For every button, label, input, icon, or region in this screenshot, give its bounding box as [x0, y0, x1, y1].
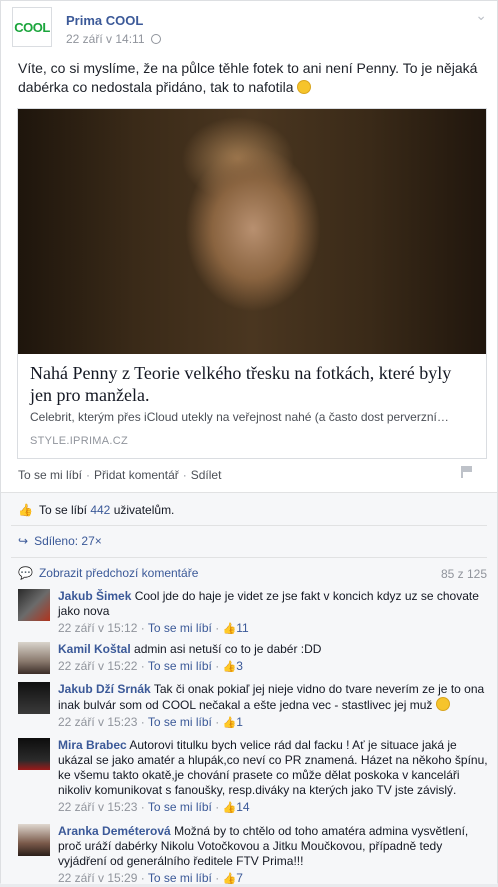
link-preview[interactable]: Nahá Penny z Teorie velkého třesku na fo… — [17, 108, 487, 459]
comment-time[interactable]: 22 září v 15:23 — [58, 800, 137, 814]
smiley-emoticon-icon — [435, 697, 450, 711]
post-timestamp[interactable]: 22 září v 14:11 — [66, 32, 145, 46]
comment-meta: 22 září v 15:23 · To se mi líbí · 👍1 — [58, 715, 243, 729]
comment-time[interactable]: 22 září v 15:22 — [58, 659, 137, 673]
share-icon: ↪ — [18, 534, 29, 548]
page-avatar[interactable]: COOL — [12, 7, 52, 47]
comment-like-button[interactable]: To se mi líbí — [148, 715, 212, 729]
commenter-avatar[interactable] — [18, 682, 50, 714]
thumbs-up-icon: 👍 — [222, 717, 237, 729]
header-text: Prima COOL 22 září v 14:11 — [66, 7, 161, 55]
link-body: Nahá Penny z Teorie velkého třesku na fo… — [18, 354, 486, 455]
comment-body: Jakub Šimek Cool jde do haje je videt ze… — [58, 589, 490, 637]
chevron-down-icon[interactable]: ⌄ — [475, 7, 487, 24]
prev-comments-link[interactable]: Zobrazit předchozí komentáře — [39, 566, 198, 580]
flag-icon[interactable] — [461, 466, 473, 478]
commenter-avatar[interactable] — [18, 738, 50, 770]
comment-item: Jakub Dží Srnák Tak či onak pokiaľ jej n… — [18, 682, 490, 731]
comment-meta: 22 září v 15:22 · To se mi líbí · 👍3 — [58, 659, 243, 673]
comment-count: 85 z 125 — [440, 567, 487, 581]
commenter-avatar[interactable] — [18, 642, 50, 674]
smiley-emoticon-icon — [297, 80, 312, 94]
comment-button[interactable]: Přidat komentář — [94, 468, 179, 482]
likes-suffix: uživatelům. — [113, 503, 175, 517]
comment-body: Mira Brabec Autorovi titulku bych velice… — [58, 738, 490, 816]
post-message-text: Víte, co si myslíme, že na půlce těhle f… — [18, 60, 478, 95]
commenter-avatar[interactable] — [18, 824, 50, 856]
comment-item: Aranka Deméterová Možná by to chtělo od … — [18, 824, 490, 887]
likes-summary: 👍 To se líbí 442 uživatelům. — [18, 503, 174, 517]
post-message: Víte, co si myslíme, že na půlce těhle f… — [18, 59, 484, 97]
separator: · — [182, 468, 187, 482]
shares-link[interactable]: Sdíleno: 27× — [34, 534, 102, 548]
like-button[interactable]: To se mi líbí — [18, 468, 82, 482]
comment-time[interactable]: 22 září v 15:23 — [58, 715, 137, 729]
shares-row: ↪ Sdíleno: 27× — [18, 534, 102, 548]
thumbs-up-icon: 👍 — [222, 623, 237, 635]
thumbs-up-icon: 👍 — [18, 503, 33, 517]
prev-comments-row: 💬 Zobrazit předchozí komentáře — [18, 566, 198, 580]
comment-item: Kamil Koštal admin asi netuší co to je d… — [18, 642, 490, 675]
comment-body: Kamil Koštal admin asi netuší co to je d… — [58, 642, 321, 675]
thumbs-up-icon: 👍 — [222, 661, 237, 673]
comment-like-button[interactable]: To se mi líbí — [148, 659, 212, 673]
separator: · — [86, 468, 91, 482]
link-source: STYLE.IPRIMA.CZ — [30, 435, 129, 447]
comment-like-count[interactable]: 1 — [236, 715, 243, 729]
likes-prefix: To se líbí — [38, 503, 87, 517]
link-photo[interactable] — [18, 109, 486, 354]
thumbs-up-icon: 👍 — [222, 802, 237, 814]
comment-icon: 💬 — [18, 566, 33, 580]
globe-icon — [150, 34, 161, 44]
commenter-name[interactable]: Jakub Dží Srnák — [58, 682, 151, 696]
comment-item: Mira Brabec Autorovi titulku bych velice… — [18, 738, 490, 816]
comment-meta: 22 září v 15:23 · To se mi líbí · 👍14 — [58, 800, 250, 814]
commenter-name[interactable]: Jakub Šimek — [58, 589, 131, 603]
comment-like-count[interactable]: 11 — [236, 621, 248, 635]
comment-text: admin asi netuší co to je dabér :DD — [134, 642, 322, 656]
divider — [11, 525, 487, 526]
post-time-row: 22 září v 14:11 — [66, 32, 161, 46]
link-title[interactable]: Nahá Penny z Teorie velkého třesku na fo… — [30, 362, 474, 406]
comment-like-button[interactable]: To se mi líbí — [148, 800, 212, 814]
comment-like-count[interactable]: 3 — [236, 659, 243, 673]
link-description: Celebrit, kterým přes iCloud utekly na v… — [30, 410, 449, 424]
comment-meta: 22 září v 15:29 · To se mi líbí · 👍7 — [58, 871, 243, 885]
divider — [11, 557, 487, 558]
commenter-name[interactable]: Mira Brabec — [58, 738, 127, 752]
comment-time[interactable]: 22 září v 15:12 — [58, 621, 137, 635]
share-button[interactable]: Sdílet — [191, 468, 222, 482]
post-header: COOL Prima COOL 22 září v 14:11 — [12, 7, 161, 55]
likes-count-link[interactable]: 442 — [90, 503, 110, 517]
post-card: COOL Prima COOL 22 září v 14:11 ⌄ Víte, … — [0, 0, 498, 887]
feedback-section: 👍 To se líbí 442 uživatelům. ↪ Sdíleno: … — [1, 492, 497, 887]
comment-body: Jakub Dží Srnák Tak či onak pokiaľ jej n… — [58, 682, 490, 731]
thumbs-up-icon: 👍 — [222, 873, 237, 885]
commenter-avatar[interactable] — [18, 589, 50, 621]
comment-like-count[interactable]: 14 — [236, 800, 249, 814]
comment-body: Aranka Deméterová Možná by to chtělo od … — [58, 824, 490, 887]
page-name-link[interactable]: Prima COOL — [66, 13, 161, 28]
comment-like-button[interactable]: To se mi líbí — [148, 621, 212, 635]
commenter-name[interactable]: Aranka Deméterová — [58, 824, 171, 838]
comment-meta: 22 září v 15:12 · To se mi líbí · 👍11 — [58, 621, 249, 635]
commenter-name[interactable]: Kamil Koštal — [58, 642, 131, 656]
comment-item: Jakub Šimek Cool jde do haje je videt ze… — [18, 589, 490, 637]
post-actions: To se mi líbí · Přidat komentář · Sdílet — [18, 468, 221, 482]
